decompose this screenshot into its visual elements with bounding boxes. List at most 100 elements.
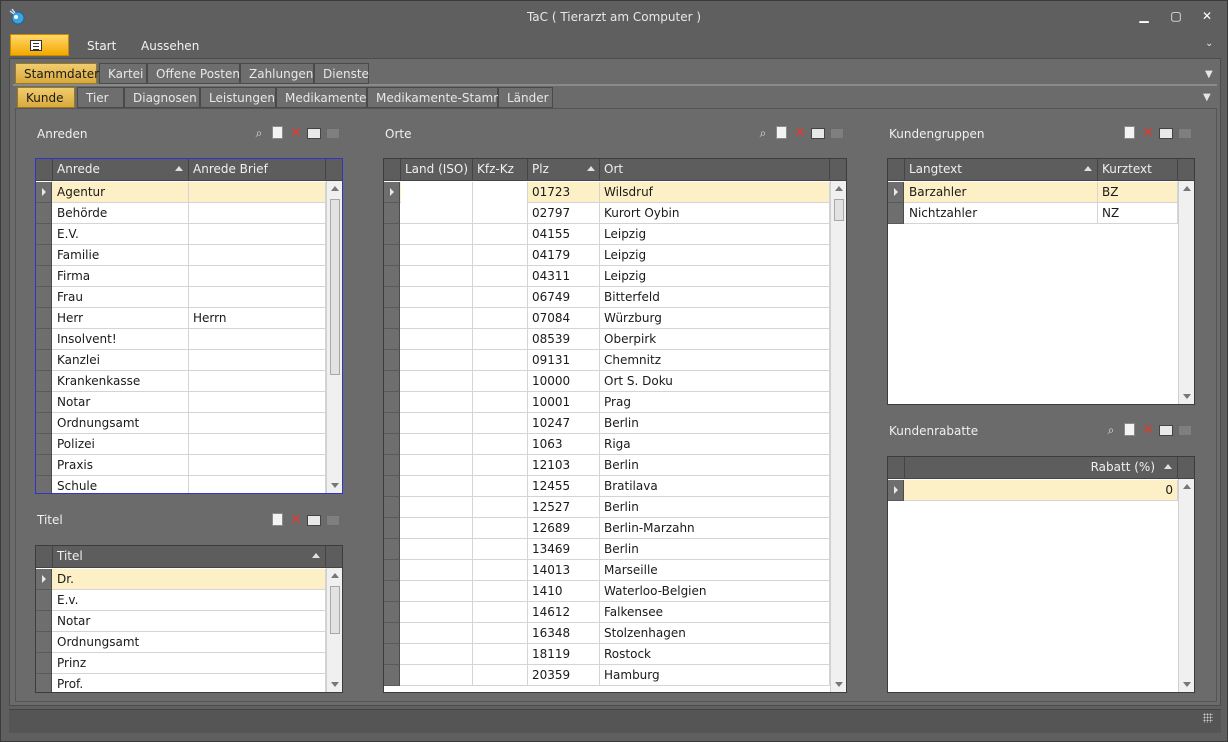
table-cell[interactable] <box>473 413 528 434</box>
table-cell[interactable] <box>473 602 528 623</box>
table-cell[interactable] <box>401 581 473 602</box>
row-header[interactable] <box>36 224 52 245</box>
table-cell[interactable]: Notar <box>53 392 189 413</box>
column-header-land[interactable]: Land (ISO) <box>401 159 473 181</box>
table-cell[interactable] <box>401 560 473 581</box>
maximize-button[interactable]: ▢ <box>1166 7 1186 25</box>
table-cell[interactable]: 12689 <box>528 518 600 539</box>
table-cell[interactable]: 10000 <box>528 371 600 392</box>
row-header[interactable] <box>36 371 52 392</box>
row-header[interactable] <box>384 350 400 371</box>
table-cell[interactable]: Nichtzahler <box>905 203 1098 224</box>
table-cell[interactable] <box>473 560 528 581</box>
table-cell[interactable] <box>189 182 326 203</box>
table-cell[interactable]: 04155 <box>528 224 600 245</box>
table-row[interactable]: 08539 Oberpirk <box>384 329 830 350</box>
table-row[interactable]: Notar <box>36 392 326 413</box>
delete-icon[interactable]: ✕ <box>1141 126 1155 140</box>
scroll-down-icon[interactable] <box>1183 394 1191 399</box>
column-header-langtext[interactable]: Langtext <box>905 159 1098 181</box>
table-row[interactable]: Barzahler BZ <box>888 182 1178 203</box>
app-menu-button[interactable] <box>10 34 69 56</box>
row-header[interactable] <box>36 413 52 434</box>
column-header-rabatt[interactable]: Rabatt (%) <box>905 457 1178 479</box>
table-row[interactable]: 04179 Leipzig <box>384 245 830 266</box>
table-row[interactable]: 12689 Berlin-Marzahn <box>384 518 830 539</box>
titel-grid[interactable]: Titel Dr. E.v. Notar Ordnungsamt Prinz Prof. <box>35 545 343 693</box>
titel-scrollbar[interactable] <box>326 568 342 692</box>
table-cell[interactable] <box>189 434 326 455</box>
table-row[interactable]: 04155 Leipzig <box>384 224 830 245</box>
table-cell[interactable]: Familie <box>53 245 189 266</box>
tab-stammdaten[interactable]: Stammdaten <box>15 63 102 84</box>
table-cell[interactable]: 18119 <box>528 644 600 665</box>
column-header-ort[interactable]: Ort <box>600 159 830 181</box>
table-cell[interactable] <box>189 224 326 245</box>
table-cell[interactable]: Insolvent! <box>53 329 189 350</box>
row-header[interactable] <box>384 539 400 560</box>
table-cell[interactable] <box>401 203 473 224</box>
table-cell[interactable] <box>401 476 473 497</box>
table-cell[interactable] <box>401 602 473 623</box>
row-header[interactable] <box>36 287 52 308</box>
table-cell[interactable]: Waterloo-Belgien <box>600 581 830 602</box>
table-cell[interactable]: Leipzig <box>600 266 830 287</box>
row-header[interactable] <box>384 497 400 518</box>
table-cell[interactable]: Schule <box>53 476 189 493</box>
table-cell[interactable] <box>401 644 473 665</box>
table-cell[interactable] <box>473 245 528 266</box>
table-cell[interactable]: Prinz <box>53 653 326 674</box>
row-header[interactable] <box>384 623 400 644</box>
row-header[interactable] <box>384 413 400 434</box>
table-cell[interactable]: Ordnungsamt <box>53 632 326 653</box>
table-cell[interactable] <box>189 476 326 493</box>
table-cell[interactable]: 0 <box>905 480 1178 501</box>
row-header[interactable] <box>36 632 52 653</box>
table-cell[interactable]: 12455 <box>528 476 600 497</box>
delete-icon[interactable]: ✕ <box>1141 423 1155 437</box>
menu-start[interactable]: Start <box>87 39 116 53</box>
scroll-up-icon[interactable] <box>1183 484 1191 489</box>
table-row[interactable]: 18119 Rostock <box>384 644 830 665</box>
table-cell[interactable]: Praxis <box>53 455 189 476</box>
row-header[interactable] <box>36 203 52 224</box>
table-row[interactable]: 09131 Chemnitz <box>384 350 830 371</box>
row-header[interactable] <box>384 560 400 581</box>
table-row[interactable]: Agentur <box>36 182 326 203</box>
table-cell[interactable]: Notar <box>53 611 326 632</box>
row-header[interactable] <box>36 329 52 350</box>
table-row[interactable]: Insolvent! <box>36 329 326 350</box>
table-cell[interactable] <box>473 539 528 560</box>
table-cell[interactable]: 04311 <box>528 266 600 287</box>
table-row[interactable]: 10247 Berlin <box>384 413 830 434</box>
table-cell[interactable]: 16348 <box>528 623 600 644</box>
table-row[interactable]: 14013 Marseille <box>384 560 830 581</box>
table-cell[interactable]: Barzahler <box>905 182 1098 203</box>
table-row[interactable]: 16348 Stolzenhagen <box>384 623 830 644</box>
column-header-titel[interactable]: Titel <box>53 546 326 568</box>
scroll-down-icon[interactable] <box>1183 682 1191 687</box>
table-cell[interactable]: BZ <box>1098 182 1178 203</box>
table-cell[interactable]: Krankenkasse <box>53 371 189 392</box>
scroll-up-icon[interactable] <box>331 186 339 191</box>
scroll-up-icon[interactable] <box>835 186 843 191</box>
row-header[interactable] <box>384 665 400 686</box>
table-cell[interactable] <box>473 623 528 644</box>
table-row[interactable]: Familie <box>36 245 326 266</box>
row-header[interactable] <box>36 350 52 371</box>
table-row[interactable]: 0 <box>888 480 1178 501</box>
table-cell[interactable]: Wilsdruf <box>600 182 830 203</box>
scroll-down-icon[interactable] <box>331 483 339 488</box>
new-document-icon[interactable] <box>272 126 283 139</box>
table-cell[interactable] <box>401 623 473 644</box>
table-cell[interactable]: Firma <box>53 266 189 287</box>
table-cell[interactable]: 12103 <box>528 455 600 476</box>
table-row[interactable]: Firma <box>36 266 326 287</box>
table-cell[interactable] <box>189 371 326 392</box>
current-row-indicator-icon[interactable] <box>36 182 52 203</box>
table-cell[interactable]: Prof. <box>53 674 326 692</box>
table-row[interactable]: 1410 Waterloo-Belgien <box>384 581 830 602</box>
table-cell[interactable] <box>189 350 326 371</box>
print-icon[interactable] <box>307 515 321 526</box>
tab-medikamente-stamm[interactable]: Medikamente-Stamm <box>367 87 505 108</box>
